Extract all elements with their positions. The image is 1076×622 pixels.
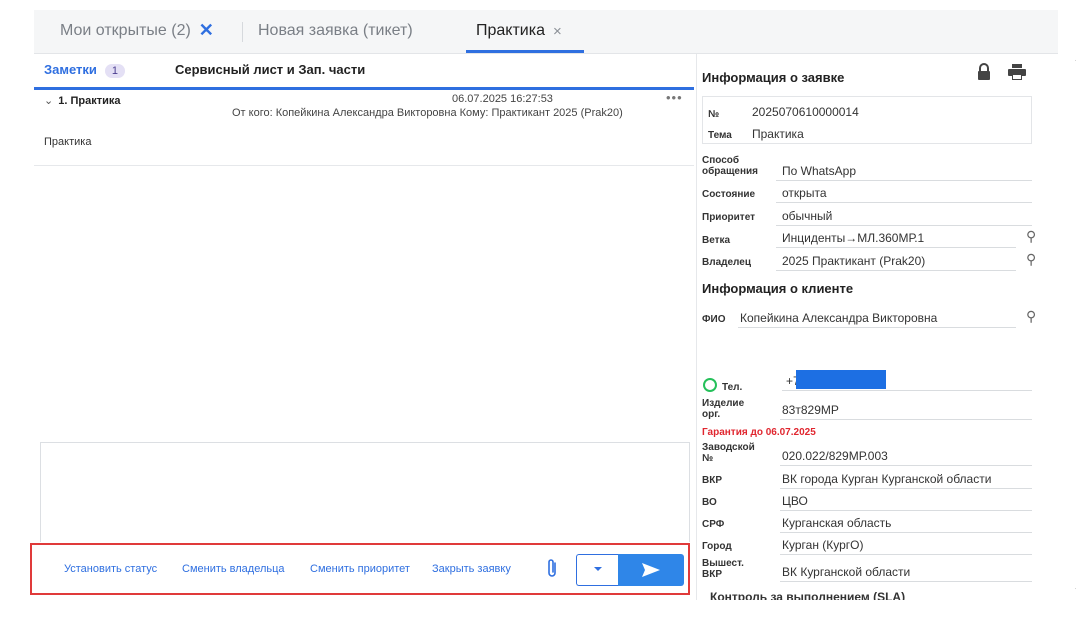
fio-value[interactable]: Копейкина Александра Викторовна — [740, 311, 937, 325]
srf-label: СРФ — [702, 519, 725, 530]
field-underline — [780, 465, 1032, 466]
note-header[interactable]: ⌄ 1. Практика — [44, 94, 120, 107]
action-bar: Установить статус Сменить владельца Смен… — [30, 543, 690, 595]
active-subtab-indicator — [34, 87, 694, 90]
close-icon[interactable]: × — [553, 24, 562, 40]
search-icon[interactable]: ⚲ — [1026, 308, 1036, 325]
higher-vkr-value: ВК Курганской области — [782, 565, 911, 579]
vo-value: ЦВО — [782, 494, 808, 508]
state-value[interactable]: открыта — [782, 186, 827, 200]
tab-notes[interactable]: Заметки 1 — [44, 62, 126, 78]
close-icon[interactable]: ✕ — [199, 21, 214, 39]
redaction-mask — [796, 370, 886, 389]
branch-label: Ветка — [702, 235, 731, 246]
field-underline — [776, 225, 1032, 226]
branch-value[interactable]: Инциденты→МЛ.360МР.1 — [782, 231, 924, 245]
print-icon[interactable] — [1008, 64, 1026, 85]
note-datetime: 06.07.2025 16:27:53 — [452, 93, 553, 105]
field-underline — [776, 180, 1032, 181]
tab-my-open-label: Мои открытые (2) — [60, 22, 191, 39]
owner-label: Владелец — [702, 257, 751, 268]
tab-new-ticket-label: Новая заявка (тикет) — [258, 22, 413, 39]
warranty-text: Гарантия до 06.07.2025 — [702, 427, 816, 438]
tab-my-open[interactable]: Мои открытые (2) ✕ — [60, 21, 214, 40]
set-status-link[interactable]: Установить статус — [64, 563, 157, 575]
field-underline — [780, 554, 1032, 555]
send-icon — [642, 563, 660, 577]
search-icon[interactable]: ⚲ — [1026, 228, 1036, 245]
field-underline — [776, 247, 1016, 248]
tab-notes-label: Заметки — [44, 62, 97, 77]
field-underline — [780, 532, 1032, 533]
field-underline — [776, 202, 1032, 203]
ticket-window: Мои открытые (2) ✕ Новая заявка (тикет) П… — [30, 10, 1076, 600]
subtab-bar: Заметки 1 Сервисный лист и Зап. части — [34, 54, 694, 90]
ticket-info-title: Информация о заявке — [702, 70, 845, 85]
note-body: Практика — [44, 136, 92, 148]
field-underline — [780, 488, 1032, 489]
srf-value: Курганская область — [782, 516, 892, 530]
send-options-dropdown[interactable] — [576, 554, 618, 586]
field-underline — [782, 390, 1032, 391]
change-priority-link[interactable]: Сменить приоритет — [310, 563, 410, 575]
ticket-number: 2025070610000014 — [752, 105, 859, 119]
whatsapp-icon — [703, 378, 717, 392]
city-value: Курган (КургО) — [782, 538, 864, 552]
lock-icon[interactable] — [977, 63, 991, 86]
tab-practice[interactable]: Практика × — [476, 22, 562, 40]
active-tab-indicator — [466, 50, 584, 53]
phone-label: Тел. — [722, 382, 743, 393]
search-icon[interactable]: ⚲ — [1026, 251, 1036, 268]
vkr-label: ВКР — [702, 475, 722, 486]
higher-vkr-label: Вышест. ВКР — [702, 558, 744, 580]
state-label: Состояние — [702, 189, 756, 200]
number-label: № — [708, 109, 720, 120]
method-value[interactable]: По WhatsApp — [782, 164, 856, 178]
serial-label: Заводской № — [702, 442, 755, 464]
method-label: Способ обращения — [702, 155, 758, 177]
priority-label: Приоритет — [702, 212, 756, 223]
field-underline — [776, 270, 1016, 271]
product-value: 83т829МР — [782, 403, 839, 417]
attachment-icon[interactable] — [545, 557, 559, 584]
more-icon[interactable]: ••• — [666, 90, 683, 105]
tab-new-ticket[interactable]: Новая заявка (тикет) — [258, 22, 413, 40]
tab-bar: Мои открытые (2) ✕ Новая заявка (тикет) П… — [34, 10, 1058, 54]
chevron-down-icon — [593, 567, 602, 571]
send-button[interactable] — [618, 554, 684, 586]
field-underline — [780, 419, 1032, 420]
city-label: Город — [702, 541, 732, 552]
tab-service-sheet[interactable]: Сервисный лист и Зап. части — [175, 62, 365, 77]
product-label: Изделие орг. — [702, 398, 745, 420]
tab-practice-label: Практика — [476, 22, 545, 39]
sla-section-title[interactable]: Контроль за выполнением (SLA) — [710, 590, 905, 600]
note-title: 1. Практика — [58, 95, 121, 107]
field-underline — [780, 510, 1032, 511]
note-editor[interactable] — [40, 442, 690, 542]
topic-value[interactable]: Практика — [752, 127, 804, 141]
serial-value: 020.022/829МР.003 — [782, 449, 888, 463]
field-underline — [780, 581, 1032, 582]
close-ticket-link[interactable]: Закрыть заявку — [432, 563, 511, 575]
topic-label: Тема — [708, 130, 732, 141]
client-info-title: Информация о клиенте — [702, 281, 854, 296]
chevron-down-icon[interactable]: ⌄ — [44, 94, 53, 107]
vo-label: ВО — [702, 497, 717, 508]
divider — [34, 165, 694, 166]
note-from-to: От кого: Копейкина Александра Викторовна… — [232, 107, 623, 119]
fio-label: ФИО — [702, 314, 726, 325]
tab-divider — [242, 22, 243, 42]
info-panel: Информация о заявке № 2025070610000014 Т… — [702, 54, 1052, 600]
vkr-value: ВК города Курган Курганской области — [782, 472, 992, 486]
change-owner-link[interactable]: Сменить владельца — [182, 563, 285, 575]
notes-count-badge: 1 — [104, 64, 126, 78]
priority-value[interactable]: обычный — [782, 209, 832, 223]
panel-divider — [696, 54, 697, 600]
field-underline — [738, 327, 1016, 328]
owner-value[interactable]: 2025 Практикант (Prak20) — [782, 254, 925, 268]
